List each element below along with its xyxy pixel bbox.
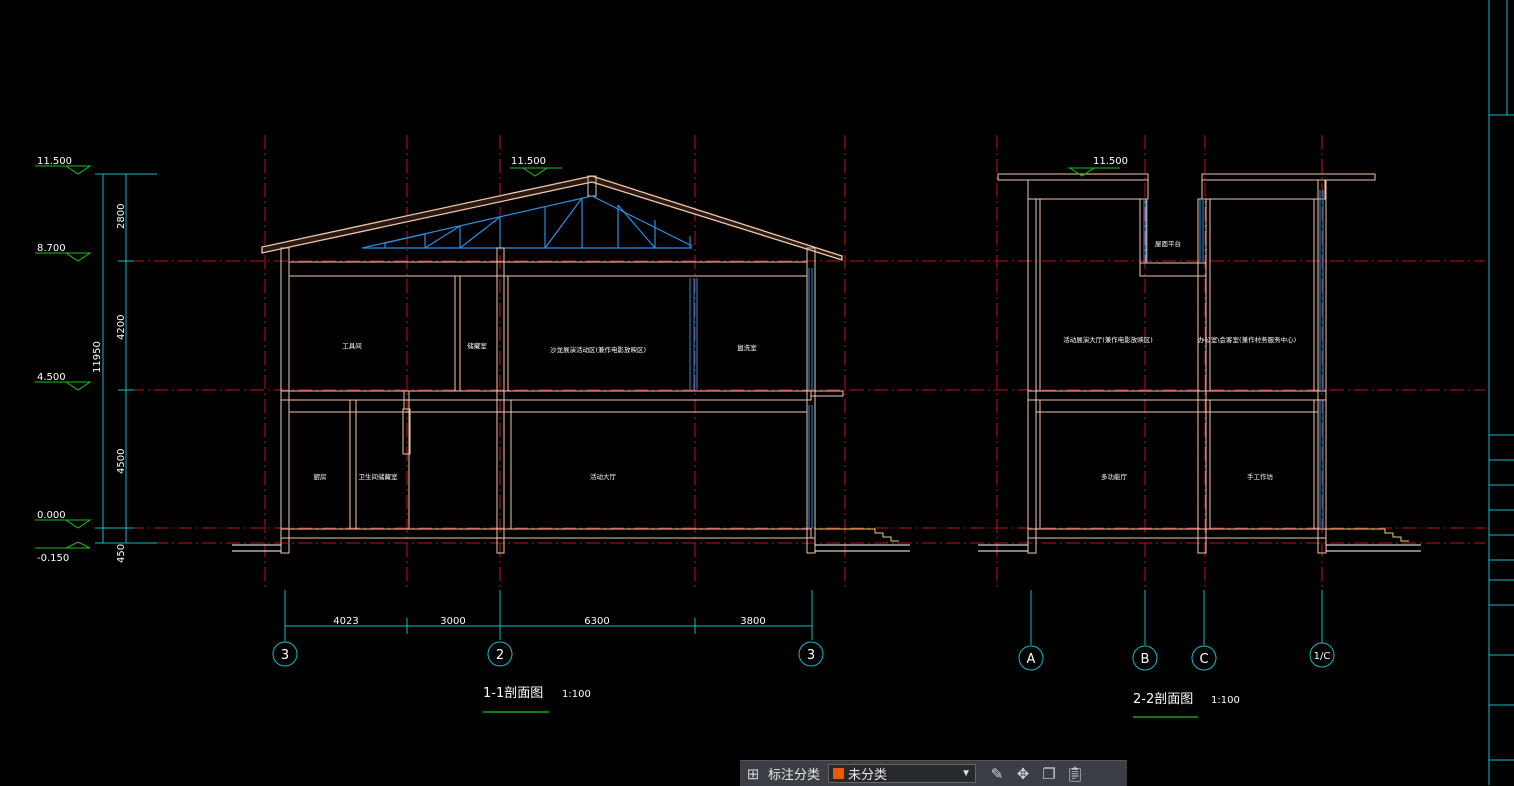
room-label: 屋面平台 <box>1155 239 1181 248</box>
move-icon[interactable]: ✥ <box>1010 761 1036 786</box>
axis-label: 3 <box>281 648 289 663</box>
axis-label: B <box>1141 652 1150 667</box>
dim-vertical: 450 <box>116 544 127 563</box>
section-2-title: 2-2剖面图 <box>1133 692 1193 707</box>
title-block <box>1488 0 1514 785</box>
axis-label: 2 <box>496 648 504 663</box>
category-color-swatch <box>833 768 845 779</box>
annotation-toolbar: ⊞ 标注分类 未分类 ▼ ✎ ✥ ❐ 📋︎ <box>740 760 1127 786</box>
section-2-top-level <box>1068 167 1120 177</box>
room-label: 储藏室 <box>467 341 487 350</box>
level-label: 0.000 <box>37 510 66 521</box>
paste-icon[interactable]: 📋︎ <box>1062 761 1088 786</box>
category-dropdown[interactable]: 未分类 ▼ <box>828 764 977 783</box>
section-2-top-level-label: 11.500 <box>1093 156 1128 167</box>
dim-horizontal: 4023 <box>333 616 358 627</box>
dim-vertical: 4200 <box>116 315 127 340</box>
edit-icon[interactable]: ✎ <box>984 761 1010 786</box>
section-1-scale: 1:100 <box>562 689 591 700</box>
section-2-scale: 1:100 <box>1211 695 1240 706</box>
category-value: 未分类 <box>848 767 888 782</box>
dim-horizontal: 3800 <box>740 616 765 627</box>
room-label: 沙龙展演活动区(兼作电影放映区) <box>550 345 646 354</box>
annotation-category-label: 标注分类 <box>768 767 821 782</box>
section-1-structure <box>280 247 844 554</box>
copy-icon[interactable]: ❐ <box>1036 761 1062 786</box>
axis-label: 1/C <box>1314 651 1331 662</box>
level-label: 4.500 <box>37 372 66 383</box>
room-label: 工具间 <box>342 342 362 350</box>
cad-drawing-canvas[interactable]: 11.500 8.700 4.500 0.000 -0.150 2800 420… <box>0 0 1514 785</box>
section-2-ground <box>978 528 1421 552</box>
horizontal-dimension-lines <box>284 590 813 640</box>
section-1-title: 1-1剖面图 <box>483 686 543 701</box>
dim-horizontal: 6300 <box>584 616 609 627</box>
room-label: 厨房 <box>314 472 327 481</box>
dim-total-height: 11950 <box>92 341 103 373</box>
grid-icon[interactable]: ⊞ <box>740 761 766 786</box>
axis-label: 3 <box>807 648 815 663</box>
chevron-down-icon: ▼ <box>961 768 972 779</box>
axis-bubbles-section-1 <box>272 640 824 667</box>
level-label: -0.150 <box>37 553 69 564</box>
ridge-level-label: 11.500 <box>511 156 546 167</box>
room-label: 多功能厅 <box>1101 472 1128 481</box>
room-label: 卫生间储藏室 <box>359 472 399 481</box>
section-1-windows <box>689 268 813 529</box>
room-label: 活动展演大厅(兼作电影放映区) <box>1063 335 1153 344</box>
room-label: 活动大厅 <box>590 472 617 481</box>
room-label: 盥洗室 <box>737 343 757 352</box>
axis-label: C <box>1199 652 1208 667</box>
dim-vertical: 2800 <box>116 204 127 229</box>
section-1-ground <box>232 528 910 552</box>
section-2-structure <box>997 173 1376 554</box>
axis-grid-lines <box>264 135 1323 590</box>
level-markers <box>35 165 92 549</box>
section-1-roof <box>261 167 843 261</box>
room-label: 手工作坊 <box>1247 472 1274 481</box>
level-label: 11.500 <box>37 156 72 167</box>
dim-vertical: 4500 <box>116 449 127 474</box>
room-label: 办公室\会客室(兼作村务服务中心) <box>1198 335 1296 344</box>
dim-horizontal: 3000 <box>440 616 465 627</box>
axis-bubbles-section-2 <box>1018 590 1335 671</box>
axis-label: A <box>1027 652 1036 667</box>
level-label: 8.700 <box>37 243 66 254</box>
